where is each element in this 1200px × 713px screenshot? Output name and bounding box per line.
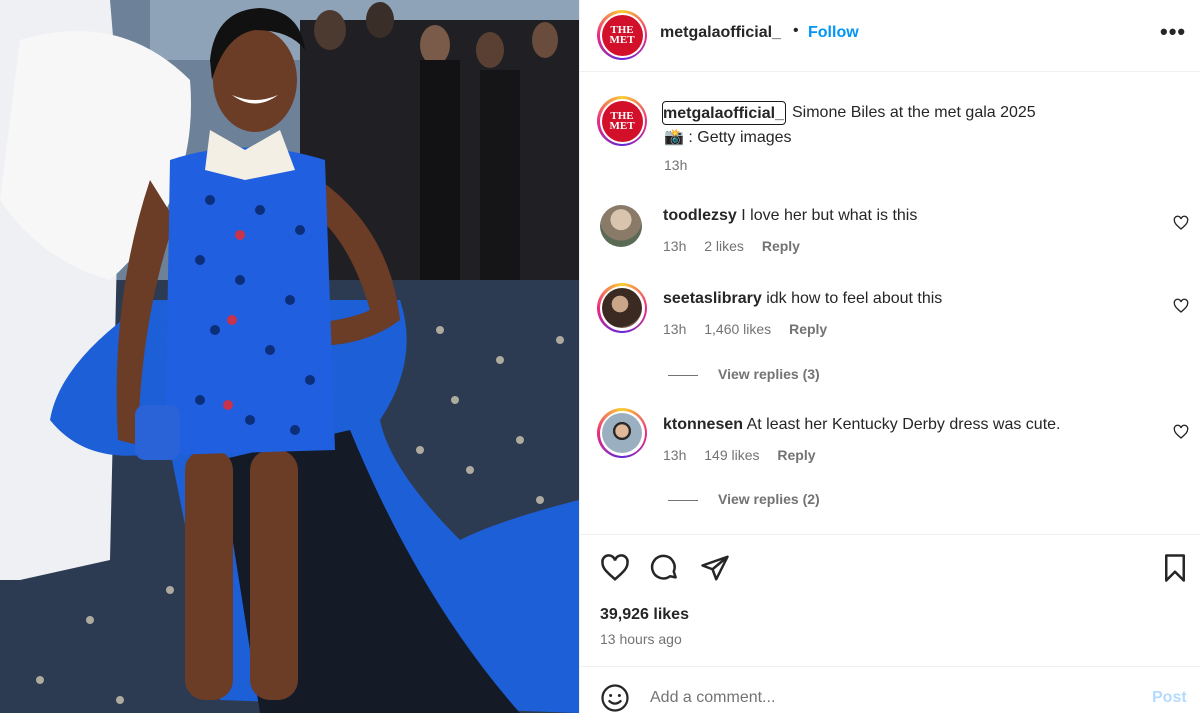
caption-username[interactable]: metgalaofficial_ [662,101,786,125]
emoji-icon[interactable] [600,683,630,713]
comment-like-heart-icon[interactable] [1173,215,1189,231]
caption-text: Simone Biles at the met gala 2025 [792,104,1036,121]
post-timestamp[interactable]: 13 hours ago [600,631,682,647]
comment-text: At least her Kentucky Derby dress was cu… [746,416,1061,433]
follow-button[interactable]: Follow [808,24,859,42]
like-count[interactable]: 39,926 likes [600,606,689,624]
post-photo[interactable] [0,0,579,713]
bookmark-icon[interactable] [1160,553,1190,583]
post-side-panel: THE MET metgalaofficial_ • Follow ••• TH… [579,0,1200,713]
comment-time[interactable]: 13h [663,321,686,337]
reply-button[interactable]: Reply [789,321,827,337]
comment-time[interactable]: 13h [663,238,686,254]
comment-text: idk how to feel about this [766,290,943,307]
comment-likes[interactable]: 1,460 likes [704,321,771,337]
caption-avatar[interactable]: THE MET [597,96,647,146]
comment-text: I love her but what is this [741,207,918,224]
reply-button[interactable]: Reply [762,238,800,254]
caption-timestamp[interactable]: 13h [664,157,687,173]
post-comment-button[interactable]: Post [1152,689,1187,707]
separator-dot: • [793,22,799,39]
post-actions: 39,926 likes 13 hours ago [580,534,1200,666]
heart-icon[interactable] [600,553,630,583]
comment-likes[interactable]: 2 likes [704,238,744,254]
commenter-avatar[interactable] [600,205,642,247]
post-photo-illustration [0,0,579,713]
comment-time[interactable]: 13h [663,447,686,463]
reply-button[interactable]: Reply [777,447,815,463]
commenter-avatar[interactable] [597,283,647,333]
author-avatar[interactable]: THE MET [597,10,647,60]
more-options-icon[interactable]: ••• [1160,21,1186,43]
view-replies-button[interactable]: View replies (2) [668,491,820,507]
post-header: THE MET metgalaofficial_ • Follow ••• [580,0,1200,72]
view-replies-button[interactable]: View replies (3) [668,366,820,382]
comment-bar: Post [580,666,1200,713]
comment-like-heart-icon[interactable] [1173,298,1189,314]
comment-input[interactable] [650,685,1130,711]
commenter-username[interactable]: ktonnesen [663,416,743,433]
caption-credit: 📸 : Getty images [664,129,792,146]
met-logo-icon: THE MET [601,14,643,56]
commenter-username[interactable]: toodlezsy [663,207,737,224]
commenter-username[interactable]: seetaslibrary [663,290,762,307]
share-icon[interactable] [700,553,730,583]
met-logo-icon: THE MET [601,100,643,142]
comment-like-heart-icon[interactable] [1173,424,1189,440]
comment-likes[interactable]: 149 likes [704,447,759,463]
commenter-avatar[interactable] [597,408,647,458]
author-username[interactable]: metgalaofficial_ [660,24,781,42]
comment-icon[interactable] [650,553,680,583]
